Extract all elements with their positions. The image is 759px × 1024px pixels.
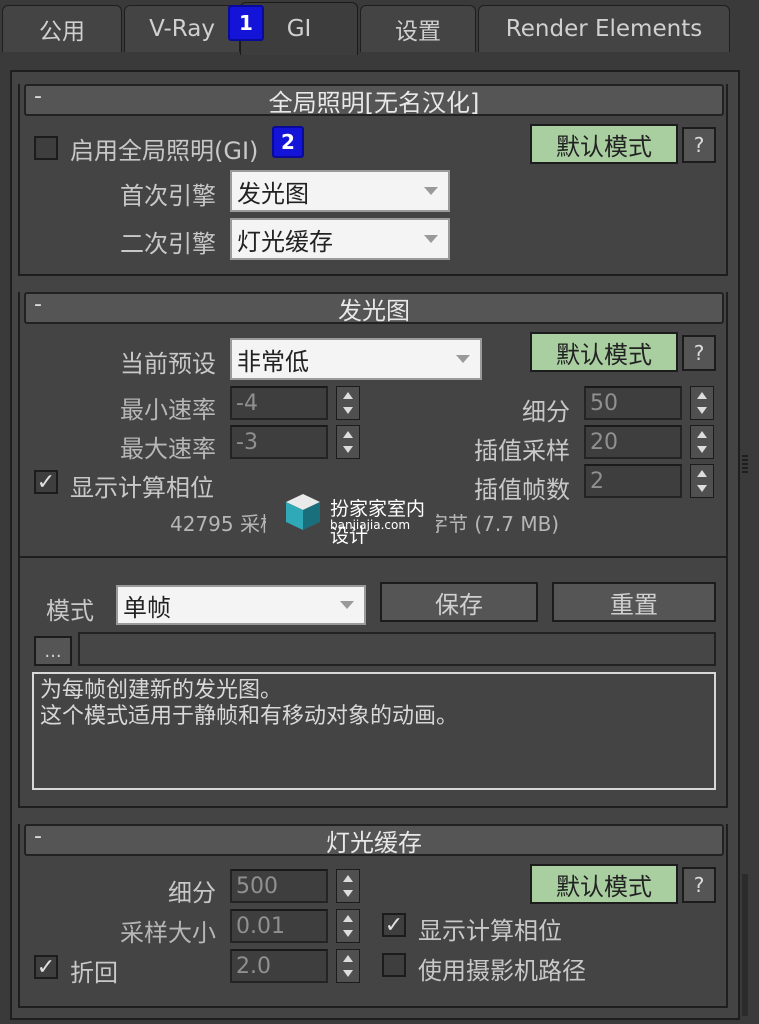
spinner-down-icon [697, 407, 707, 414]
spinner-up-icon [343, 955, 353, 962]
lc-subdivs-label: 细分 [168, 879, 216, 907]
watermark-logo-icon [286, 494, 320, 530]
light-cache-header[interactable]: - 灯光缓存 [24, 824, 724, 857]
tab-bar: 公用 V-Ray GI 设置 Render Elements 1 [0, 0, 759, 55]
chevron-down-icon [456, 355, 470, 363]
irradiance-default-mode-button[interactable]: 默认模式 [530, 332, 678, 372]
subdivs-spinner[interactable] [690, 386, 714, 420]
spinner-up-icon [343, 431, 353, 438]
sample-size-label: 采样大小 [120, 919, 216, 947]
mode-dropdown[interactable]: 单帧 [116, 585, 366, 625]
min-rate-field[interactable]: -4 [230, 386, 328, 420]
irradiance-map-header[interactable]: - 发光图 [24, 292, 724, 325]
checkmark-icon: ✓ [36, 955, 56, 980]
spinner-down-icon [343, 446, 353, 453]
interp-samples-label: 插值采样 [474, 437, 570, 465]
retrace-checkbox[interactable]: ✓ [34, 955, 58, 979]
browse-button[interactable]: ... [34, 636, 72, 666]
secondary-engine-label: 二次引擎 [120, 230, 216, 258]
lc-help-button[interactable]: ? [682, 867, 716, 903]
interp-samples-field[interactable]: 20 [584, 425, 682, 459]
enable-gi-label: 启用全局照明(GI) [70, 137, 259, 165]
secondary-engine-dropdown[interactable]: 灯光缓存 [230, 218, 450, 260]
max-rate-spinner[interactable] [336, 425, 360, 459]
lc-subdivs-spinner[interactable] [336, 869, 360, 903]
spinner-down-icon [343, 930, 353, 937]
spinner-up-icon [343, 875, 353, 882]
chevron-down-icon [424, 235, 438, 243]
chevron-down-icon [340, 601, 354, 609]
annotation-badge-2: 2 [272, 126, 304, 158]
tab-render-elements[interactable]: Render Elements [478, 5, 730, 52]
collapse-icon: - [34, 292, 42, 317]
retrace-label: 折回 [70, 959, 118, 987]
gi-rollout-header[interactable]: - 全局照明[无名汉化] [24, 84, 724, 117]
checkmark-icon: ✓ [384, 913, 404, 938]
spinner-up-icon [343, 392, 353, 399]
sample-size-field[interactable]: 0.01 [230, 909, 328, 943]
tab-common[interactable]: 公用 [2, 5, 122, 52]
current-preset-dropdown[interactable]: 非常低 [230, 338, 482, 380]
file-path-field[interactable] [78, 632, 716, 666]
interp-frames-spinner[interactable] [690, 464, 714, 498]
memory-usage-text: 字节 (7.7 MB) [428, 512, 560, 536]
mode-description-box: 为每帧创建新的发光图。 这个模式适用于静帧和有移动对象的动画。 [32, 672, 716, 790]
lc-show-calc-phase-label: 显示计算相位 [418, 917, 562, 945]
sample-size-spinner[interactable] [336, 909, 360, 943]
spinner-down-icon [343, 407, 353, 414]
min-rate-label: 最小速率 [120, 396, 216, 424]
use-camera-path-label: 使用摄影机路径 [418, 957, 586, 985]
tab-vray[interactable]: V-Ray [124, 5, 240, 52]
show-calc-phase-checkbox[interactable]: ✓ [34, 470, 58, 494]
interp-samples-spinner[interactable] [690, 425, 714, 459]
interp-frames-field[interactable]: 2 [584, 464, 682, 498]
tab-settings[interactable]: 设置 [360, 5, 476, 52]
primary-engine-label: 首次引擎 [120, 182, 216, 210]
checkmark-icon: ✓ [36, 470, 56, 495]
spinner-down-icon [697, 485, 707, 492]
lc-default-mode-button[interactable]: 默认模式 [530, 864, 678, 904]
collapse-icon: - [34, 84, 42, 109]
spinner-up-icon [697, 470, 707, 477]
reset-button[interactable]: 重置 [552, 582, 716, 622]
spinner-up-icon [343, 915, 353, 922]
spinner-down-icon [343, 970, 353, 977]
lc-subdivs-field[interactable]: 500 [230, 869, 328, 903]
spinner-down-icon [343, 890, 353, 897]
subdivs-label: 细分 [522, 398, 570, 426]
gi-default-mode-button[interactable]: 默认模式 [530, 124, 678, 164]
chevron-down-icon [424, 187, 438, 195]
retrace-field[interactable]: 2.0 [230, 949, 328, 983]
mode-label: 模式 [46, 597, 94, 625]
max-rate-label: 最大速率 [120, 435, 216, 463]
scrollbar-grip[interactable] [742, 455, 748, 473]
spinner-down-icon [697, 446, 707, 453]
current-preset-label: 当前预设 [120, 350, 216, 378]
section-divider [20, 556, 728, 558]
irradiance-help-button[interactable]: ? [682, 335, 716, 371]
show-calc-phase-label: 显示计算相位 [70, 474, 214, 502]
interp-frames-label: 插值帧数 [474, 476, 570, 504]
description-line: 这个模式适用于静帧和有移动对象的动画。 [40, 704, 459, 729]
use-camera-path-checkbox[interactable] [382, 953, 406, 977]
min-rate-spinner[interactable] [336, 386, 360, 420]
lc-show-calc-phase-checkbox[interactable]: ✓ [382, 913, 406, 937]
description-line: 为每帧创建新的发光图。 [40, 678, 283, 703]
retrace-spinner[interactable] [336, 949, 360, 983]
save-button[interactable]: 保存 [380, 582, 538, 622]
enable-gi-checkbox[interactable] [34, 136, 58, 160]
sample-count-text: 42795 采样 [170, 512, 280, 536]
spinner-up-icon [697, 431, 707, 438]
scrollbar-thumb[interactable] [742, 874, 748, 1016]
spinner-up-icon [697, 392, 707, 399]
watermark-subtitle: banjiajia.com [330, 518, 411, 532]
watermark: 扮家家室内设计 banjiajia.com [266, 490, 436, 547]
annotation-badge-1: 1 [228, 5, 264, 41]
collapse-icon: - [34, 824, 42, 849]
primary-engine-dropdown[interactable]: 发光图 [230, 170, 450, 212]
max-rate-field[interactable]: -3 [230, 425, 328, 459]
subdivs-field[interactable]: 50 [584, 386, 682, 420]
gi-help-button[interactable]: ? [682, 127, 716, 163]
